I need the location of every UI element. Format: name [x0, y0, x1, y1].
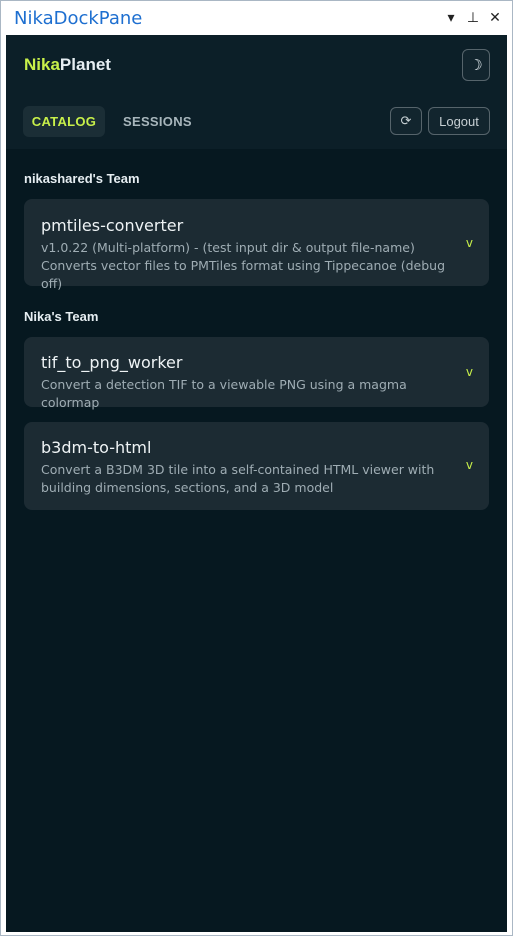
team-label: nikashared's Team [24, 171, 140, 186]
team-label: Nika's Team [24, 309, 99, 324]
logout-button[interactable]: Logout [428, 107, 490, 135]
dropdown-icon[interactable]: ▾ [444, 8, 458, 26]
refresh-icon: ⟳ [400, 113, 412, 128]
catalog-item-name: pmtiles-converter [41, 216, 184, 235]
catalog-item-name: tif_to_png_worker [41, 353, 183, 372]
catalog-item-name: b3dm-to-html [41, 438, 152, 457]
catalog-item-card[interactable]: tif_to_png_worker Convert a detection TI… [24, 337, 489, 410]
brand-name-part1: Nika [24, 55, 60, 74]
catalog-item-description: Convert a B3DM 3D tile into a self-conta… [41, 462, 435, 495]
dock-window: NikaDockPane ▾ ⊥ ✕ NikaPlanet ☽ CATALOG … [0, 0, 513, 936]
brand-name-part2: Planet [59, 55, 111, 74]
chevron-down-icon[interactable]: v [466, 458, 473, 472]
pin-icon[interactable]: ⊥ [466, 8, 480, 26]
chevron-down-icon[interactable]: v [466, 365, 473, 379]
window-title: NikaDockPane [14, 8, 143, 29]
dock-pane-content: NikaPlanet ☽ CATALOG SESSIONS ⟳ Logout n… [6, 35, 507, 932]
window-controls: ▾ ⊥ ✕ [444, 8, 502, 26]
catalog-item-description: Convert a detection TIF to a viewable PN… [41, 377, 407, 410]
chevron-down-icon[interactable]: v [466, 236, 473, 250]
refresh-button[interactable]: ⟳ [390, 107, 422, 135]
window-titlebar: NikaDockPane ▾ ⊥ ✕ [1, 1, 512, 35]
brand-logo: NikaPlanet [24, 55, 111, 75]
catalog-item-card[interactable]: b3dm-to-html Convert a B3DM 3D tile into… [24, 422, 489, 510]
tab-sessions[interactable]: SESSIONS [123, 106, 192, 137]
catalog-item-description: v1.0.22 (Multi-platform) - (test input d… [41, 240, 446, 291]
moon-icon: ☽ [469, 57, 483, 74]
theme-toggle-button[interactable]: ☽ [462, 49, 490, 81]
catalog-item-card[interactable]: pmtiles-converter v1.0.22 (Multi-platfor… [24, 199, 489, 291]
tab-catalog[interactable]: CATALOG [23, 106, 105, 137]
app-header: NikaPlanet ☽ CATALOG SESSIONS ⟳ Logout [6, 35, 507, 149]
close-icon[interactable]: ✕ [488, 8, 502, 26]
